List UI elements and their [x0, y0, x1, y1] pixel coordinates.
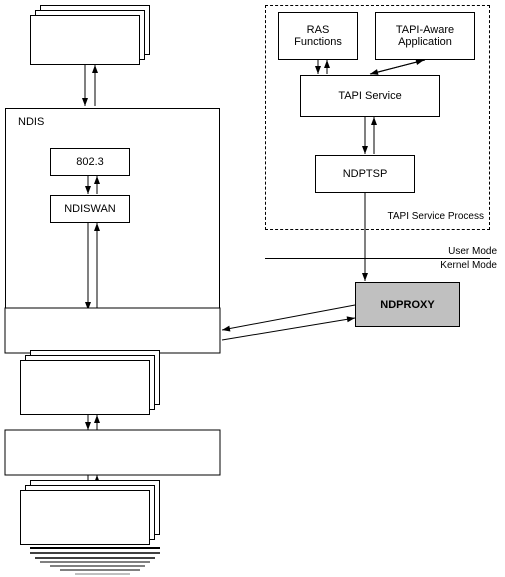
- netcard-3: [20, 490, 150, 545]
- netcard-stack: Net Card: [20, 490, 150, 560]
- ndptsp-label: NDPTSP: [343, 168, 388, 180]
- tapi-process-label: TAPI Service Process: [387, 210, 484, 224]
- ndproxy-to-connector: [222, 305, 355, 330]
- bottom-connector-box: [5, 430, 220, 475]
- box-802: 802.3: [50, 148, 130, 176]
- connector-to-ndproxy: [222, 318, 355, 340]
- ndptsp-box: NDPTSP: [315, 155, 415, 193]
- diagram: Transport NDIS 802.3 NDISWAN WAN Minipor…: [0, 0, 505, 577]
- wan-card-3: [20, 360, 150, 415]
- tapi-aware-box: TAPI-Aware Application: [375, 12, 475, 60]
- box-802-label: 802.3: [76, 156, 104, 168]
- ndiswan-label: NDISWAN: [64, 203, 116, 215]
- mid-connector-box: [5, 308, 220, 353]
- tapi-service-box: TAPI Service: [300, 75, 440, 117]
- ndproxy-box: NDPROXY: [355, 282, 460, 327]
- transport-card-3: [30, 15, 140, 65]
- transport-stack: Transport: [30, 15, 140, 70]
- ndiswan-box: NDISWAN: [50, 195, 130, 223]
- ras-functions-box: RAS Functions: [278, 12, 358, 60]
- mode-divider: [265, 258, 490, 259]
- ndis-label: NDIS: [18, 116, 44, 128]
- tapi-service-label: TAPI Service: [338, 90, 401, 102]
- ras-functions-label: RAS Functions: [294, 24, 342, 48]
- user-mode-label: User Mode: [448, 246, 497, 257]
- ndproxy-label: NDPROXY: [380, 299, 434, 311]
- wan-miniport-stack: WAN Miniport Driver: [20, 360, 150, 430]
- tapi-aware-label: TAPI-Aware Application: [396, 24, 454, 48]
- kernel-mode-label: Kernel Mode: [440, 260, 497, 271]
